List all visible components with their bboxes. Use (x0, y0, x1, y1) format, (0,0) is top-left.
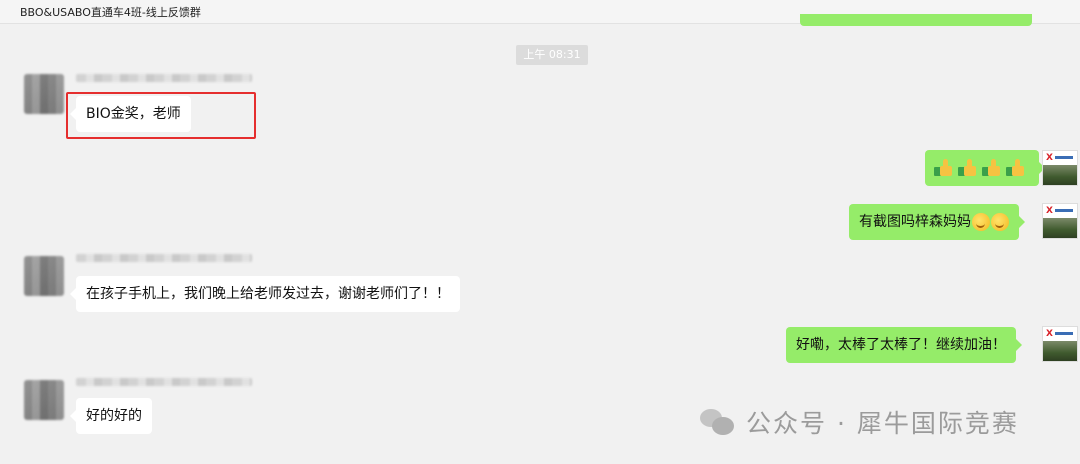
thumbs-up-icon (1006, 159, 1028, 177)
message-timestamp: 上午 08:31 (516, 45, 588, 65)
thumbs-up-emoji-group (934, 159, 1030, 177)
message-bubble-left[interactable]: 好的好的 (70, 398, 152, 434)
sender-name (76, 254, 252, 262)
sender-name (76, 74, 252, 82)
thumbs-up-icon (934, 159, 956, 177)
message-bubble-left[interactable]: 在孩子手机上，我们晚上给老师发过去，谢谢老师们了！！ (70, 276, 460, 312)
message-text: 有截图吗梓森妈妈 (859, 214, 971, 230)
message-bubble-right[interactable] (925, 150, 1045, 186)
sender-avatar[interactable] (24, 256, 64, 296)
sender-avatar[interactable] (24, 74, 64, 114)
smile-face-emoji-icon (972, 213, 990, 231)
thumbs-up-icon (982, 159, 1004, 177)
watermark: 公众号 · 犀牛国际竞赛 (700, 404, 1019, 440)
message-bubble-right[interactable]: 有截图吗梓森妈妈 (849, 204, 1025, 240)
message-bubble-right[interactable]: 好嘞，太棒了太棒了！继续加油！ (786, 327, 1022, 363)
wechat-icon (700, 407, 736, 437)
message-text: 好的好的 (86, 408, 142, 424)
message-text: 在孩子手机上，我们晚上给老师发过去，谢谢老师们了！！ (86, 286, 450, 302)
sender-avatar[interactable] (24, 380, 64, 420)
my-avatar[interactable]: X (1042, 326, 1078, 362)
my-avatar[interactable]: X (1042, 150, 1078, 186)
message-text: 好嘞，太棒了太棒了！继续加油！ (796, 337, 1006, 353)
sender-name (76, 378, 252, 386)
highlight-annotation-box (66, 92, 256, 139)
watermark-text: 公众号 · 犀牛国际竞赛 (746, 409, 1019, 438)
chat-title: BBO&USABO直通车4班-线上反馈群 (20, 6, 201, 19)
my-avatar[interactable]: X (1042, 203, 1078, 239)
thumbs-up-icon (958, 159, 980, 177)
previous-message-bubble (800, 14, 1032, 26)
smile-face-emoji-icon (991, 213, 1009, 231)
